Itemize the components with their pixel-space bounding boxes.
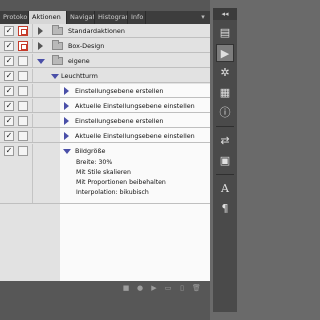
toggle-checkbox[interactable]: ✓ — [4, 101, 14, 111]
column-divider — [32, 144, 33, 203]
dialog-toggle[interactable] — [18, 56, 28, 66]
panel-dock: ◂◂ ▤ ▶ ✲ ▦ ⓘ ⇄ ▣ A ¶ — [213, 8, 237, 312]
folder-icon — [52, 25, 63, 35]
dialog-toggle[interactable] — [18, 71, 28, 81]
actions-panel: Protokoll Aktionen Navigator Histogramm … — [0, 0, 210, 320]
play-icon[interactable]: ▶ — [150, 284, 158, 292]
tab-aktionen[interactable]: Aktionen — [29, 11, 67, 24]
command-row[interactable]: ✓ Einstellungsebene erstellen — [0, 84, 210, 98]
dialog-toggle[interactable] — [18, 116, 28, 126]
action-set-row[interactable]: ✓ Box-Design — [0, 39, 210, 53]
command-detail: Interpolation: bikubisch — [76, 189, 149, 196]
action-set-row[interactable]: ✓ eigene — [0, 54, 210, 68]
expand-triangle-icon[interactable] — [64, 132, 69, 140]
panel-tab-bar: Protokoll Aktionen Navigator Histogramm … — [0, 11, 210, 24]
new-set-icon[interactable]: ▭ — [164, 284, 172, 292]
record-icon[interactable]: ● — [136, 284, 144, 292]
action-set-label: Box-Design — [68, 42, 105, 50]
dialog-toggle[interactable] — [18, 146, 28, 156]
command-detail: Mit Proportionen beibehalten — [76, 179, 166, 186]
action-row[interactable]: ✓ Leuchtturm — [0, 69, 210, 83]
dialog-toggle[interactable] — [18, 101, 28, 111]
tab-navigator[interactable]: Navigator — [67, 11, 95, 24]
command-row[interactable]: ✓ Einstellungsebene erstellen — [0, 114, 210, 128]
dialog-toggle[interactable] — [18, 131, 28, 141]
delete-icon[interactable]: 🗑 — [192, 284, 201, 292]
command-row[interactable]: ✓ Aktuelle Einstellungsebene einstellen — [0, 129, 210, 143]
column-divider — [32, 24, 33, 37]
tab-info[interactable]: Info — [128, 11, 146, 24]
collapse-triangle-icon[interactable] — [63, 149, 71, 154]
info-icon[interactable]: ⓘ — [216, 104, 234, 122]
actions-list: ✓ Standardaktionen ✓ Box-Design ✓ eigene — [0, 24, 210, 281]
tab-histogramm[interactable]: Histogramm — [95, 11, 128, 24]
action-label: Leuchtturm — [61, 72, 98, 80]
history-icon[interactable]: ▤ — [216, 24, 234, 42]
column-divider — [32, 54, 33, 67]
toggle-checkbox[interactable]: ✓ — [4, 146, 14, 156]
command-label: Bildgröße — [75, 147, 106, 155]
actions-icon[interactable]: ▶ — [216, 44, 234, 62]
expand-triangle-icon[interactable] — [64, 87, 69, 95]
toggle-checkbox[interactable]: ✓ — [4, 26, 14, 36]
column-divider — [32, 129, 33, 142]
action-set-row[interactable]: ✓ Standardaktionen — [0, 24, 210, 38]
toggle-checkbox[interactable]: ✓ — [4, 116, 14, 126]
expand-triangle-icon[interactable] — [38, 27, 43, 35]
command-row[interactable]: ✓ Aktuelle Einstellungsebene einstellen — [0, 99, 210, 113]
actions-toolbar: ■ ● ▶ ▭ ▯ 🗑 — [0, 281, 210, 295]
character-icon[interactable]: A — [216, 180, 234, 198]
panel-menu-icon[interactable]: ▾ — [196, 11, 210, 24]
collapse-dock-icon[interactable]: ◂◂ — [213, 8, 237, 20]
expand-triangle-icon[interactable] — [38, 42, 43, 50]
clone-source-icon[interactable]: ▣ — [216, 152, 234, 170]
column-divider — [32, 84, 33, 97]
histogram-icon[interactable]: ▦ — [216, 84, 234, 102]
dialog-toggle[interactable] — [18, 26, 28, 36]
expand-triangle-icon[interactable] — [64, 102, 69, 110]
tab-protokoll[interactable]: Protokoll — [0, 11, 29, 24]
command-label: Aktuelle Einstellungsebene einstellen — [75, 102, 195, 110]
toggle-checkbox[interactable]: ✓ — [4, 131, 14, 141]
stop-icon[interactable]: ■ — [122, 284, 130, 292]
toggle-checkbox[interactable]: ✓ — [4, 41, 14, 51]
column-divider — [32, 99, 33, 112]
dock-divider — [216, 126, 234, 127]
action-set-label: Standardaktionen — [68, 27, 125, 35]
action-set-label: eigene — [68, 57, 90, 65]
navigator-icon[interactable]: ✲ — [216, 64, 234, 82]
command-detail: Breite: 30% — [76, 159, 113, 166]
dock-divider — [216, 174, 234, 175]
command-label: Einstellungsebene erstellen — [75, 87, 164, 95]
collapse-triangle-icon[interactable] — [51, 74, 59, 79]
column-divider — [32, 69, 33, 82]
command-row-expanded[interactable]: ✓ Bildgröße Breite: 30% Mit Stile skalie… — [0, 144, 210, 204]
command-label: Aktuelle Einstellungsebene einstellen — [75, 132, 195, 140]
toggle-checkbox[interactable]: ✓ — [4, 86, 14, 96]
brush-presets-icon[interactable]: ⇄ — [216, 132, 234, 150]
toggle-checkbox[interactable]: ✓ — [4, 56, 14, 66]
collapse-triangle-icon[interactable] — [37, 59, 45, 64]
column-divider — [32, 39, 33, 52]
dialog-toggle[interactable] — [18, 41, 28, 51]
folder-icon — [52, 40, 63, 50]
toggle-checkbox[interactable]: ✓ — [4, 71, 14, 81]
command-detail: Mit Stile skalieren — [76, 169, 131, 176]
column-divider — [32, 114, 33, 127]
expand-triangle-icon[interactable] — [64, 117, 69, 125]
paragraph-icon[interactable]: ¶ — [216, 200, 234, 218]
dialog-toggle[interactable] — [18, 86, 28, 96]
command-label: Einstellungsebene erstellen — [75, 117, 164, 125]
new-action-icon[interactable]: ▯ — [178, 284, 186, 292]
folder-icon — [52, 55, 63, 65]
